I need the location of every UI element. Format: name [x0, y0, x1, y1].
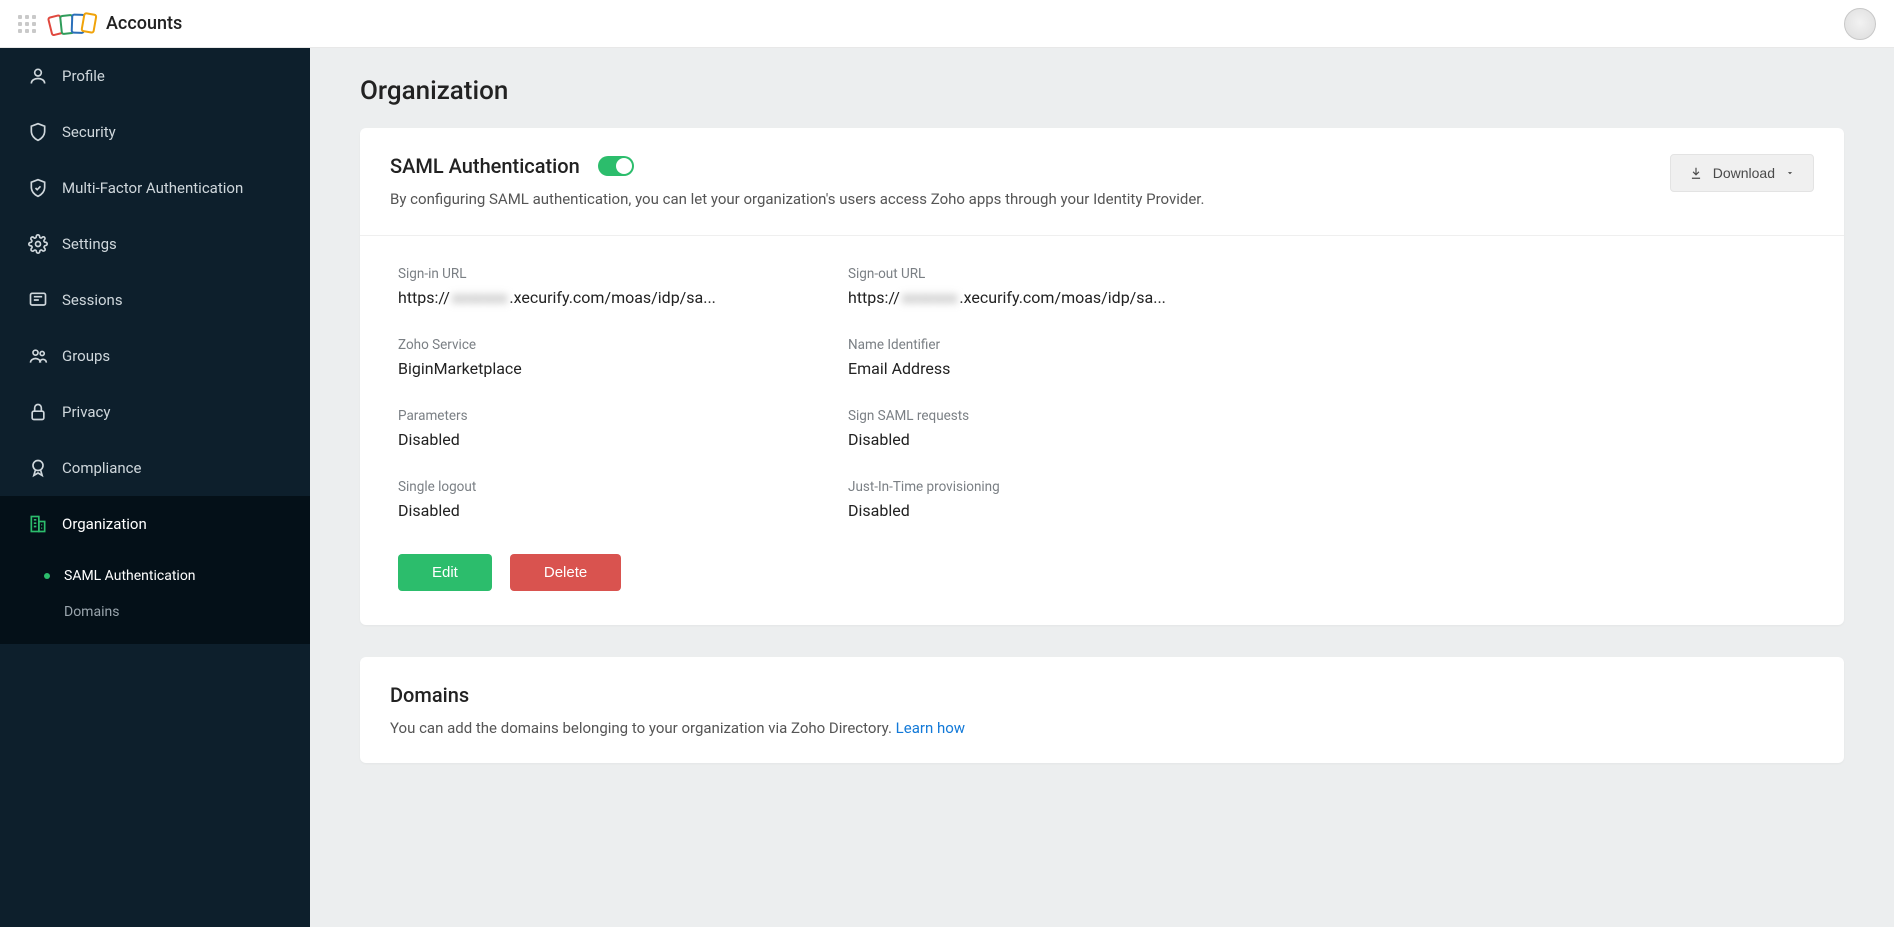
saml-title: SAML Authentication [390, 154, 580, 178]
sidebar-item-compliance[interactable]: Compliance [0, 440, 310, 496]
field-zoho-service: Zoho Service BiginMarketplace [398, 337, 808, 378]
sidebar: Profile Security Multi-Factor Authentica… [0, 48, 310, 927]
domains-title: Domains [390, 683, 469, 707]
saml-card: SAML Authentication By configuring SAML … [360, 128, 1844, 625]
field-name-identifier: Name Identifier Email Address [848, 337, 1258, 378]
sidebar-item-label: Organization [62, 515, 147, 533]
field-sign-requests: Sign SAML requests Disabled [848, 408, 1258, 449]
sidebar-item-label: Compliance [62, 459, 141, 477]
field-value: https:// xxxxxxx .xecurify.com/moas/idp/… [398, 288, 808, 307]
field-label: Sign SAML requests [848, 408, 1258, 424]
shield-icon [28, 122, 48, 142]
sidebar-subitems: SAML Authentication Domains [0, 552, 310, 644]
lock-icon [28, 402, 48, 422]
field-label: Sign-in URL [398, 266, 808, 282]
shield-check-icon [28, 178, 48, 198]
logo[interactable]: Accounts [52, 13, 182, 34]
sidebar-subitem-domains[interactable]: Domains [0, 594, 310, 630]
field-value: BiginMarketplace [398, 359, 808, 378]
avatar[interactable] [1844, 8, 1876, 40]
sidebar-item-label: Settings [62, 235, 117, 253]
field-sign-out-url: Sign-out URL https:// xxxxxxx .xecurify.… [848, 266, 1258, 307]
sidebar-item-label: Security [62, 123, 116, 141]
sidebar-item-sessions[interactable]: Sessions [0, 272, 310, 328]
sidebar-item-privacy[interactable]: Privacy [0, 384, 310, 440]
field-sign-in-url: Sign-in URL https:// xxxxxxx .xecurify.c… [398, 266, 808, 307]
saml-toggle[interactable] [598, 156, 634, 176]
sidebar-item-mfa[interactable]: Multi-Factor Authentication [0, 160, 310, 216]
field-label: Name Identifier [848, 337, 1258, 353]
field-value: Disabled [848, 501, 1258, 520]
field-value: Disabled [398, 501, 808, 520]
sidebar-item-security[interactable]: Security [0, 104, 310, 160]
sidebar-item-organization[interactable]: Organization [0, 496, 310, 552]
apps-launcher-icon[interactable] [18, 15, 36, 33]
field-value: Email Address [848, 359, 1258, 378]
sidebar-item-settings[interactable]: Settings [0, 216, 310, 272]
saml-card-body: Sign-in URL https:// xxxxxxx .xecurify.c… [360, 236, 1844, 625]
saml-description: By configuring SAML authentication, you … [390, 188, 1646, 211]
page-title: Organization [360, 76, 1844, 106]
field-label: Single logout [398, 479, 808, 495]
groups-icon [28, 346, 48, 366]
chevron-down-icon [1785, 168, 1795, 178]
sidebar-item-label: Sessions [62, 291, 123, 309]
download-button[interactable]: Download [1670, 154, 1814, 192]
domains-description: You can add the domains belonging to you… [390, 717, 1814, 740]
building-icon [28, 514, 48, 534]
sidebar-item-groups[interactable]: Groups [0, 328, 310, 384]
domains-card: Domains You can add the domains belongin… [360, 657, 1844, 764]
download-label: Download [1713, 165, 1775, 181]
field-value: https:// xxxxxxx .xecurify.com/moas/idp/… [848, 288, 1258, 307]
zoho-logo-icon [51, 12, 96, 35]
field-label: Just-In-Time provisioning [848, 479, 1258, 495]
saml-card-header: SAML Authentication By configuring SAML … [360, 128, 1844, 236]
delete-button[interactable]: Delete [510, 554, 621, 591]
profile-icon [28, 66, 48, 86]
sidebar-subitem-label: SAML Authentication [64, 568, 196, 584]
domains-card-header: Domains You can add the domains belongin… [360, 657, 1844, 764]
main-content: Organization SAML Authentication By conf… [310, 48, 1894, 927]
field-label: Zoho Service [398, 337, 808, 353]
saml-actions: Edit Delete [398, 554, 1806, 591]
app-name: Accounts [106, 13, 182, 34]
download-icon [1689, 166, 1703, 180]
field-jit: Just-In-Time provisioning Disabled [848, 479, 1258, 520]
field-value: Disabled [848, 430, 1258, 449]
sidebar-subitem-label: Domains [64, 604, 119, 620]
field-parameters: Parameters Disabled [398, 408, 808, 449]
sidebar-item-label: Privacy [62, 403, 110, 421]
sidebar-subitem-saml[interactable]: SAML Authentication [0, 558, 310, 594]
sidebar-item-label: Multi-Factor Authentication [62, 179, 243, 197]
edit-button[interactable]: Edit [398, 554, 492, 591]
learn-how-link[interactable]: Learn how [896, 719, 965, 737]
ribbon-icon [28, 458, 48, 478]
topbar: Accounts [0, 0, 1894, 48]
gear-icon [28, 234, 48, 254]
field-value: Disabled [398, 430, 808, 449]
sessions-icon [28, 290, 48, 310]
field-label: Parameters [398, 408, 808, 424]
field-single-logout: Single logout Disabled [398, 479, 808, 520]
sidebar-item-label: Profile [62, 67, 105, 85]
field-label: Sign-out URL [848, 266, 1258, 282]
sidebar-item-profile[interactable]: Profile [0, 48, 310, 104]
sidebar-item-label: Groups [62, 347, 110, 365]
topbar-left: Accounts [18, 13, 182, 34]
